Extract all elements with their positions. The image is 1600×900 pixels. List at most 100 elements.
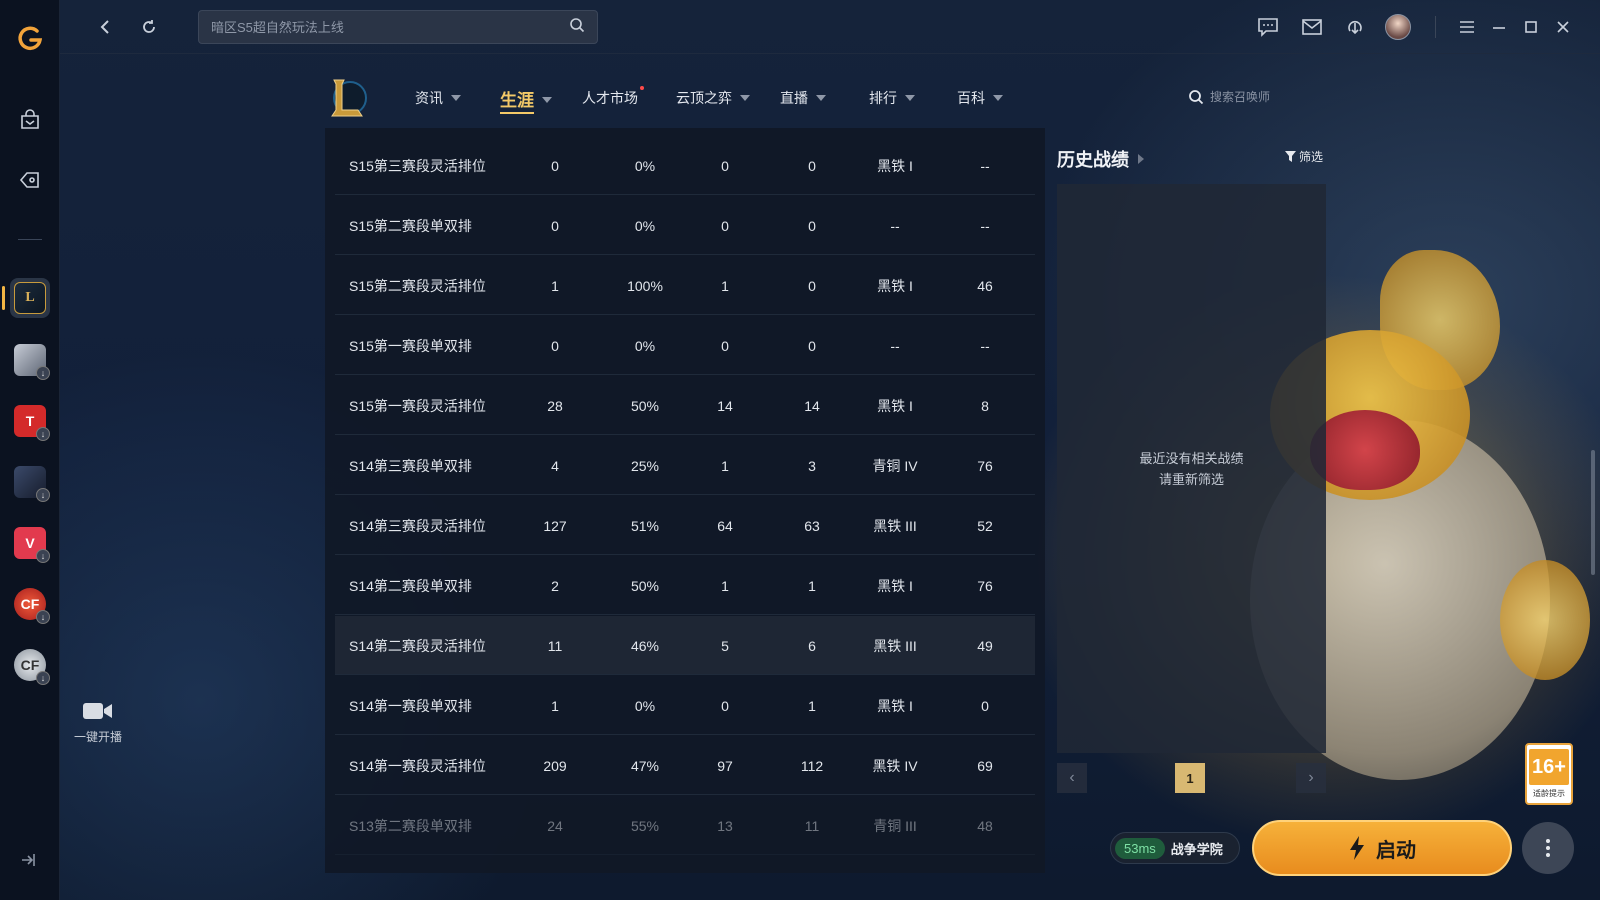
game-tag-icon[interactable] (10, 160, 50, 200)
game-6-icon[interactable]: CF ↓ (10, 584, 50, 624)
row-winrate: 50% (630, 397, 660, 414)
row-winrate: 51% (630, 517, 660, 534)
search-bar[interactable] (198, 10, 598, 44)
row-tier: 青铜 III (873, 817, 917, 834)
nav-career[interactable]: 生涯 (500, 86, 552, 114)
one-click-live-button[interactable]: 一键开播 (68, 700, 128, 745)
mascot-hand (1500, 560, 1590, 680)
lol-game-badge-icon: L (14, 282, 46, 314)
row-winrate: 25% (630, 457, 660, 474)
row-lp: 52 (977, 517, 993, 534)
table-row[interactable]: S14第二赛段单双排 2 50% 1 1 黑铁 I 76 (335, 556, 1035, 615)
page-scrollbar[interactable] (1591, 450, 1595, 575)
download-manager-icon[interactable] (1340, 12, 1370, 42)
row-winrate: 47% (630, 757, 660, 774)
row-winrate: 100% (627, 277, 663, 294)
live-label: 一键开播 (73, 730, 122, 744)
row-losses: 3 (808, 457, 816, 474)
game-2-icon[interactable]: ↓ (10, 340, 50, 380)
row-tier: -- (890, 337, 900, 354)
active-indicator (2, 286, 5, 310)
table-row[interactable]: S14第三赛段单双排 4 25% 1 3 青铜 IV 76 (335, 436, 1035, 495)
download-icon: ↓ (36, 549, 50, 563)
nav-live[interactable]: 直播 (780, 88, 826, 108)
row-games: 1 (551, 697, 559, 714)
search-icon[interactable] (569, 17, 585, 38)
table-row[interactable]: S15第二赛段灵活排位 1 100% 1 0 黑铁 I 46 (335, 256, 1035, 315)
row-tier: 黑铁 I (877, 157, 913, 174)
row-wins: 1 (721, 457, 729, 474)
nav-tft[interactable]: 云顶之弈 (676, 88, 750, 108)
filter-button[interactable]: 筛选 (1285, 148, 1323, 165)
app-rail: L ↓ T ↓ ↓ V ↓ CF ↓ CF ↓ (0, 0, 60, 900)
store-bag-icon[interactable] (10, 100, 50, 140)
mail-icon[interactable] (1297, 12, 1327, 42)
more-options-button[interactable] (1522, 822, 1574, 874)
row-losses: 63 (804, 517, 820, 534)
summoner-search[interactable]: 搜索召唤师 (1188, 88, 1270, 105)
refresh-icon[interactable] (134, 12, 164, 42)
user-avatar[interactable] (1383, 12, 1413, 42)
row-losses: 1 (808, 697, 816, 714)
chevron-right-icon (1138, 154, 1144, 164)
chat-icon[interactable] (1253, 12, 1283, 42)
search-input[interactable] (211, 19, 569, 35)
table-row[interactable]: S14第一赛段灵活排位 209 47% 97 112 黑铁 IV 69 (335, 736, 1035, 795)
maximize-icon[interactable] (1516, 12, 1546, 42)
download-icon: ↓ (36, 427, 50, 441)
row-name: S15第三赛段灵活排位 (349, 157, 486, 174)
row-lp: 46 (977, 277, 993, 294)
row-lp: 76 (977, 457, 993, 474)
next-page-icon[interactable]: › (1296, 763, 1326, 793)
nav-talent-market[interactable]: 人才市场 (582, 86, 644, 108)
nav-wiki[interactable]: 百科 (957, 88, 1003, 108)
history-title[interactable]: 历史战绩 (1057, 146, 1145, 172)
table-row[interactable]: S15第一赛段单双排 0 0% 0 0 -- -- (335, 316, 1035, 375)
table-row[interactable]: S13第二赛段单双排 24 55% 13 11 青铜 III 48 (335, 796, 1035, 855)
wegame-logo-icon[interactable] (10, 18, 50, 58)
table-row[interactable]: S14第一赛段单双排 1 0% 0 1 黑铁 I 0 (335, 676, 1035, 735)
chevron-down-icon (993, 95, 1003, 101)
nav-news[interactable]: 资讯 (415, 88, 461, 108)
table-row[interactable]: S14第二赛段灵活排位 11 46% 5 6 黑铁 III 49 (335, 616, 1035, 675)
row-lp: 8 (981, 397, 989, 414)
game-7-icon[interactable]: CF ↓ (10, 645, 50, 685)
close-icon[interactable] (1548, 12, 1578, 42)
camera-icon (83, 703, 112, 719)
table-row[interactable]: S15第一赛段灵活排位 28 50% 14 14 黑铁 I 8 (335, 376, 1035, 435)
nav-ranking[interactable]: 排行 (869, 88, 915, 108)
row-wins: 0 (721, 337, 729, 354)
row-losses: 14 (804, 397, 820, 414)
top-bar (60, 0, 1600, 54)
row-tier: 黑铁 I (877, 277, 913, 294)
game-4-icon[interactable]: ↓ (10, 462, 50, 502)
row-winrate: 0% (634, 217, 656, 234)
row-wins: 0 (721, 217, 729, 234)
game-3-icon[interactable]: T ↓ (10, 401, 50, 441)
menu-icon[interactable] (1452, 12, 1482, 42)
server-name: 战争学院 (1170, 841, 1223, 857)
prev-page-icon[interactable]: ‹ (1057, 763, 1087, 793)
row-name: S14第二赛段单双排 (349, 577, 472, 594)
table-row[interactable]: S15第二赛段单双排 0 0% 0 0 -- -- (335, 196, 1035, 255)
row-winrate: 0% (634, 697, 656, 714)
launch-label: 启动 (1376, 839, 1416, 862)
table-row[interactable]: S15第三赛段灵活排位 0 0% 0 0 黑铁 I -- (335, 136, 1035, 195)
table-row[interactable]: S14第三赛段灵活排位 127 51% 64 63 黑铁 III 52 (335, 496, 1035, 555)
game-lol-icon[interactable]: L (10, 278, 50, 318)
row-lp: -- (980, 337, 990, 354)
back-icon[interactable] (90, 12, 120, 42)
row-games: 2 (551, 577, 559, 594)
server-status[interactable]: 53ms 战争学院 (1110, 832, 1240, 864)
mascot-mouth (1310, 410, 1420, 490)
row-losses: 112 (800, 757, 824, 774)
minimize-icon[interactable] (1484, 12, 1514, 42)
game-5-icon[interactable]: V ↓ (10, 523, 50, 563)
age-rating-badge[interactable]: 16+ 适龄提示 (1525, 743, 1573, 805)
row-games: 4 (551, 457, 559, 474)
lol-logo-icon[interactable] (328, 76, 368, 120)
row-wins: 0 (721, 157, 729, 174)
page-number[interactable]: 1 (1175, 763, 1205, 793)
collapse-rail-icon[interactable] (18, 850, 38, 875)
launch-button[interactable]: 启动 (1252, 820, 1512, 876)
